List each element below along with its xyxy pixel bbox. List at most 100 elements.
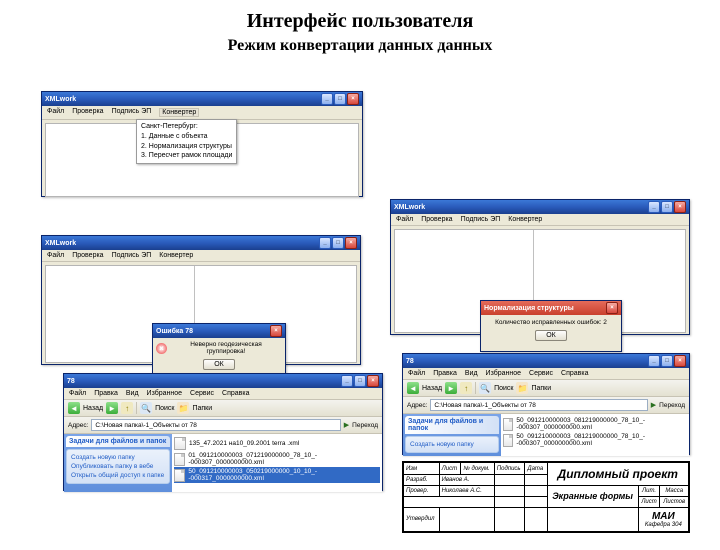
back-label: Назад bbox=[422, 385, 442, 392]
forward-icon[interactable]: ► bbox=[106, 402, 118, 414]
search-icon[interactable]: 🔍 bbox=[479, 382, 491, 394]
dropdown-item[interactable]: 3. Пересчет рамок площади bbox=[141, 151, 232, 161]
ok-button[interactable]: ОК bbox=[203, 359, 235, 370]
xml-file-icon bbox=[174, 453, 185, 466]
file-item[interactable]: 50_091210000003_081219000000_78_10_--000… bbox=[503, 416, 687, 432]
menu-item-konverter[interactable]: Конвертер bbox=[159, 108, 199, 117]
task-panel: Задачи для файлов и папок Создать новую … bbox=[403, 414, 501, 456]
back-icon[interactable]: ◄ bbox=[68, 402, 80, 414]
address-input[interactable]: C:\Новая папка\-1_Объекты от 78 bbox=[91, 419, 340, 431]
menu-item[interactable]: Справка bbox=[222, 390, 249, 397]
close-button[interactable]: × bbox=[674, 355, 686, 367]
menu-item[interactable]: Сервис bbox=[529, 370, 553, 377]
menu-item[interactable]: Правка bbox=[433, 370, 457, 377]
dialog-title: Нормализация структуры bbox=[484, 305, 574, 312]
close-button[interactable]: × bbox=[270, 325, 282, 337]
name1: Иванов А. bbox=[439, 475, 494, 486]
window-title: XMLwork bbox=[394, 204, 425, 211]
up-icon[interactable]: ↑ bbox=[121, 402, 133, 414]
task-item[interactable]: Создать новую папку bbox=[410, 440, 494, 449]
menu-item[interactable]: Файл bbox=[408, 370, 425, 377]
min-button[interactable]: _ bbox=[321, 93, 333, 105]
file-list: 50_091210000003_081219000000_78_10_--000… bbox=[501, 414, 689, 456]
close-button[interactable]: × bbox=[345, 237, 357, 249]
col-izm: Изм bbox=[404, 463, 440, 475]
titlebar: 78 _ □ × bbox=[64, 374, 382, 388]
menu-item[interactable]: Конвертер bbox=[159, 252, 193, 259]
explorer-body: Задачи для файлов и папок Создать новую … bbox=[64, 434, 382, 492]
col-podp: Подпись bbox=[494, 463, 525, 475]
file-item[interactable]: 01_091210000003_071219000000_78_10_--000… bbox=[174, 451, 380, 467]
menu-item[interactable]: Подпись ЭП bbox=[461, 216, 501, 223]
task-item[interactable]: Создать новую папку bbox=[71, 453, 165, 462]
dialog-title: Ошибка 78 bbox=[156, 328, 193, 335]
menu-item[interactable]: Правка bbox=[94, 390, 118, 397]
window-title: XMLwork bbox=[45, 240, 76, 247]
max-button[interactable]: □ bbox=[661, 201, 673, 213]
task-panel-header[interactable]: Задачи для файлов и папок bbox=[66, 436, 170, 447]
menu-item[interactable]: Конвертер bbox=[508, 216, 542, 223]
dropdown-header: Санкт-Петербург: bbox=[141, 122, 232, 132]
menu-item[interactable]: Проверка bbox=[421, 216, 452, 223]
close-button[interactable]: × bbox=[606, 302, 618, 314]
min-button[interactable]: _ bbox=[648, 355, 660, 367]
folders-icon[interactable]: 📁 bbox=[177, 402, 189, 414]
search-label: Поиск bbox=[494, 385, 513, 392]
max-button[interactable]: □ bbox=[661, 355, 673, 367]
row-listov: Листов bbox=[660, 496, 689, 507]
menu-item[interactable]: Вид bbox=[465, 370, 478, 377]
dropdown-item[interactable]: 2. Нормализация структуры bbox=[141, 142, 232, 152]
max-button[interactable]: □ bbox=[332, 237, 344, 249]
up-icon[interactable]: ↑ bbox=[460, 382, 472, 394]
menu-item[interactable]: Файл bbox=[396, 216, 413, 223]
menu-item[interactable]: Избранное bbox=[486, 370, 521, 377]
task-item[interactable]: Опубликовать папку в вебе bbox=[71, 462, 165, 471]
menu-item[interactable]: Подпись ЭП bbox=[112, 252, 152, 259]
dialog-body: Количество исправленных ошибок: 2 ОК bbox=[481, 315, 621, 345]
menu-item[interactable]: Справка bbox=[561, 370, 588, 377]
close-button[interactable]: × bbox=[367, 375, 379, 387]
task-panel-header[interactable]: Задачи для файлов и папок bbox=[405, 416, 499, 434]
max-button[interactable]: □ bbox=[334, 93, 346, 105]
file-item[interactable]: 50_091210000003_081219000000_78_10_--000… bbox=[503, 432, 687, 448]
menubar: Файл Проверка Подпись ЭП Конвертер bbox=[42, 250, 360, 262]
task-panel: Задачи для файлов и папок Создать новую … bbox=[64, 434, 172, 492]
go-button[interactable]: Переход bbox=[659, 402, 685, 409]
menubar: Файл Правка Вид Избранное Сервис Справка bbox=[403, 368, 689, 380]
folders-label: Папки bbox=[531, 385, 551, 392]
dropdown-item[interactable]: 1. Данные с объекта bbox=[141, 132, 232, 142]
go-button[interactable]: Переход bbox=[352, 422, 378, 429]
max-button[interactable]: □ bbox=[354, 375, 366, 387]
task-item[interactable]: Открыть общий доступ к папке bbox=[71, 471, 165, 480]
menu-item[interactable]: Файл bbox=[69, 390, 86, 397]
menu-item[interactable]: Вид bbox=[126, 390, 139, 397]
forward-icon[interactable]: ► bbox=[445, 382, 457, 394]
addr-label: Адрес: bbox=[407, 402, 427, 409]
menu-item[interactable]: Файл bbox=[47, 108, 64, 117]
folders-icon[interactable]: 📁 bbox=[516, 382, 528, 394]
menubar: Файл Правка Вид Избранное Сервис Справка bbox=[64, 388, 382, 400]
address-input[interactable]: C:\Новая папка\-1_Объекты от 78 bbox=[430, 399, 647, 411]
menu-item[interactable]: Файл bbox=[47, 252, 64, 259]
menubar: Файл Проверка Подпись ЭП Конвертер bbox=[42, 106, 362, 120]
col-ndoc: № докум. bbox=[461, 463, 494, 475]
row-razrab: Разраб. bbox=[404, 475, 440, 486]
file-item[interactable]: 135_47.2021 на10_09.2001 terra .xml bbox=[174, 436, 380, 451]
min-button[interactable]: _ bbox=[341, 375, 353, 387]
col-lit: Лит. bbox=[638, 485, 660, 496]
min-button[interactable]: _ bbox=[319, 237, 331, 249]
menu-item[interactable]: Подпись ЭП bbox=[112, 108, 152, 117]
menu-item[interactable]: Избранное bbox=[147, 390, 182, 397]
menu-item[interactable]: Проверка bbox=[72, 108, 103, 117]
ok-button[interactable]: ОК bbox=[535, 330, 567, 341]
search-icon[interactable]: 🔍 bbox=[140, 402, 152, 414]
close-button[interactable]: × bbox=[674, 201, 686, 213]
close-button[interactable]: × bbox=[347, 93, 359, 105]
dialog-message: Количество исправленных ошибок: 2 bbox=[485, 319, 617, 326]
menu-item[interactable]: Сервис bbox=[190, 390, 214, 397]
back-icon[interactable]: ◄ bbox=[407, 382, 419, 394]
addressbar: Адрес: C:\Новая папка\-1_Объекты от 78 ▶… bbox=[403, 397, 689, 414]
min-button[interactable]: _ bbox=[648, 201, 660, 213]
file-item-selected[interactable]: 50_091210000003_050219000000_10_10_--000… bbox=[174, 467, 380, 483]
menu-item[interactable]: Проверка bbox=[72, 252, 103, 259]
